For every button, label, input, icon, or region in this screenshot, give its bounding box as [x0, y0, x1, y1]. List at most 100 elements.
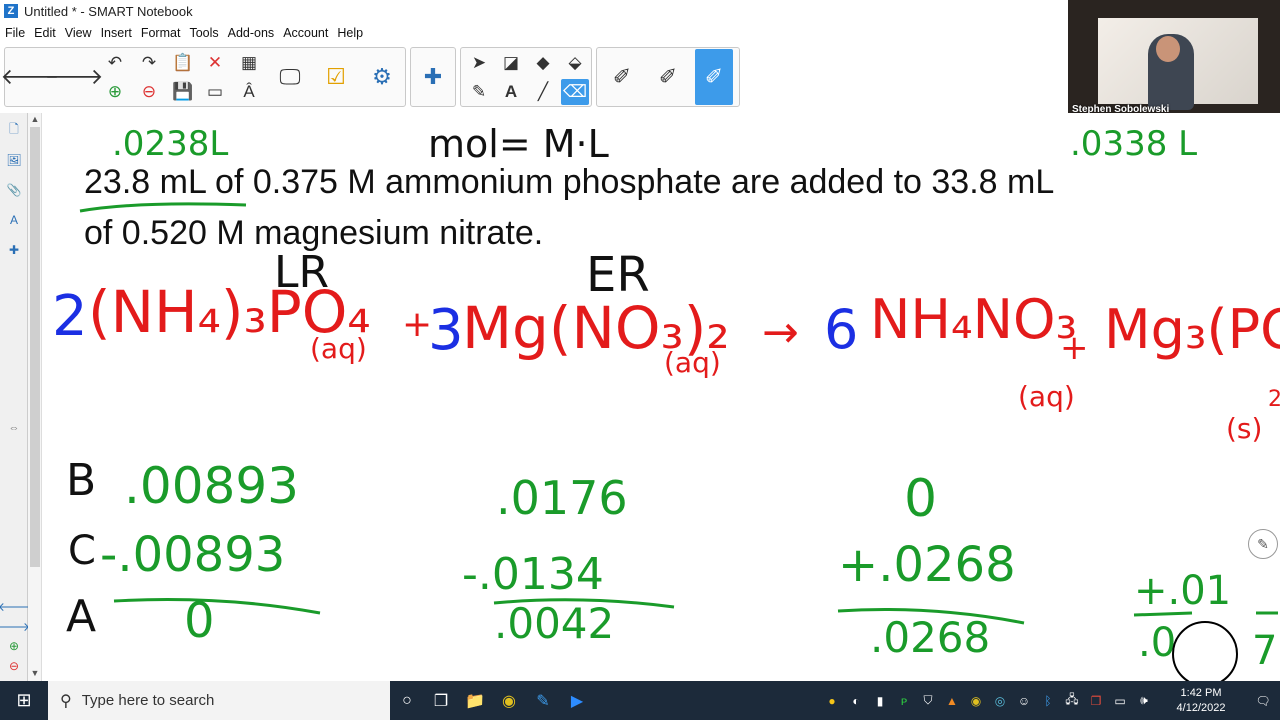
vertical-scrollbar[interactable]: ▲ ▼ — [28, 113, 42, 681]
security-icon[interactable]: ⛉ — [916, 693, 940, 708]
properties-tab-icon[interactable]: A — [5, 209, 23, 231]
resize-handle-icon[interactable]: ⇔ — [5, 417, 23, 439]
smart-notebook-taskbar-icon[interactable]: ✎ — [526, 681, 560, 720]
floating-pen-tool-icon[interactable]: ✎ — [1248, 529, 1278, 559]
select-tool-button[interactable]: ➤ — [465, 50, 493, 76]
tray-app-icon-7[interactable]: ☺ — [1012, 694, 1036, 708]
tray-chrome-icon[interactable]: ◉ — [964, 694, 988, 708]
state-aq-3: (aq) — [1018, 380, 1075, 413]
menu-insert[interactable]: Insert — [96, 26, 136, 40]
after-ammonium-nitrate: .0268 — [870, 613, 991, 662]
eraser-tool-button[interactable]: ◆ — [529, 50, 557, 76]
paste-button[interactable]: 📋 — [169, 50, 197, 76]
chrome-icon[interactable]: ◉ — [492, 681, 526, 720]
menu-add-ons[interactable]: Add-ons — [223, 26, 279, 40]
text-tool-button[interactable]: A — [497, 79, 525, 105]
response-button[interactable]: ☑ — [317, 49, 355, 105]
pens-tool-button[interactable]: ✎ — [465, 79, 493, 105]
addons-tab-icon[interactable]: ✚ — [5, 239, 23, 261]
state-aq-2: (aq) — [664, 346, 721, 379]
problem-line-1: 23.8 mL of 0.375 M ammonium phosphate ar… — [84, 163, 1055, 201]
taskbar-search-box[interactable]: ⚲ Type here to search — [48, 681, 390, 720]
add-page-button[interactable]: ⊕ — [101, 79, 129, 105]
next-page-side-icon[interactable]: 🡒 — [0, 615, 30, 637]
notifications-icon[interactable]: 🗨 — [1246, 694, 1280, 708]
toolbar-group-tools: ➤ ◪ ◆ ⬙ ✎ A ╱ ⌫ — [460, 47, 592, 107]
tray-app-icon-5[interactable]: ▲ — [940, 694, 964, 708]
clock-time: 1:42 PM — [1180, 686, 1222, 699]
delete-page-side-icon[interactable]: ⊖ — [5, 655, 23, 677]
tray-app-icon-1[interactable]: ● — [820, 694, 844, 708]
webcam-feed: Stephen Sobolewski — [1068, 0, 1280, 120]
tray-app-icon-3[interactable]: ▮ — [868, 694, 892, 708]
tray-app-icon-8[interactable]: ❐ — [1084, 694, 1108, 708]
menu-view[interactable]: View — [60, 26, 96, 40]
toolbar-group-addons: ✚ — [410, 47, 456, 107]
delete-button[interactable]: ✕ — [201, 50, 229, 76]
volume-icon[interactable]: 🕪 — [1132, 693, 1156, 708]
change-ammonium-nitrate: +.0268 — [838, 537, 1016, 593]
tray-app-icon-4[interactable]: ᴘ — [892, 694, 916, 708]
coefficient-2: 2 — [52, 284, 88, 349]
menu-edit[interactable]: Edit — [29, 26, 60, 40]
side-tabs: 🗋 🖼 📎 A ✚ ⇔ 🡐 🡒 ⊕ ⊖ — [0, 113, 30, 681]
scroll-thumb[interactable] — [30, 127, 40, 567]
webcam-person-head — [1156, 36, 1180, 62]
save-button[interactable]: 💾 — [169, 79, 197, 105]
shapes-tool-button[interactable]: ◪ — [497, 50, 525, 76]
menu-format[interactable]: Format — [136, 26, 185, 40]
undo-button[interactable]: ↶ — [101, 50, 129, 76]
add-page-side-icon[interactable]: ⊕ — [5, 635, 23, 657]
subscript-2: 2 — [1268, 387, 1280, 412]
system-clock[interactable]: 1:42 PM 4/12/2022 — [1156, 686, 1246, 716]
windows-start-icon[interactable]: ⊞ — [0, 681, 48, 720]
tray-app-icon-2[interactable]: ◐ — [844, 694, 868, 708]
clock-date: 4/12/2022 — [1176, 701, 1226, 714]
coefficient-3: 3 — [428, 298, 464, 363]
handwriting-recognition-button[interactable]: Â — [235, 79, 263, 105]
pen-style-1-button[interactable]: ✐ — [603, 49, 641, 105]
table-button[interactable]: ▦ — [235, 50, 263, 76]
cortana-icon[interactable]: ○ — [390, 681, 424, 720]
network-icon[interactable]: 🖧 — [1060, 690, 1084, 711]
attachments-tab-icon[interactable]: 📎 — [5, 179, 23, 201]
gallery-tab-icon[interactable]: 🖼 — [5, 149, 23, 171]
activity-builder-button[interactable]: ⚙ — [363, 49, 401, 105]
bluetooth-icon[interactable]: ᛒ — [1036, 694, 1060, 708]
search-icon: ⚲ — [60, 692, 72, 710]
line-tool-button[interactable]: ╱ — [529, 79, 557, 105]
delete-page-button[interactable]: ⊖ — [135, 79, 163, 105]
active-eraser-button[interactable]: ⌫ — [561, 79, 589, 105]
change-magnesium-nitrate: -.0134 — [462, 549, 604, 600]
file-explorer-icon[interactable]: 📁 — [458, 681, 492, 720]
screen-shade-button[interactable]: ▭ — [201, 79, 229, 105]
battery-icon[interactable]: ▭ — [1108, 694, 1132, 708]
menu-file[interactable]: File — [0, 26, 29, 40]
whiteboard-canvas[interactable]: 23.8 mL of 0.375 M ammonium phosphate ar… — [42, 113, 1280, 681]
puzzle-addon-button[interactable]: ✚ — [414, 49, 452, 105]
before-magnesium-nitrate: .0176 — [496, 471, 628, 525]
previous-page-side-icon[interactable]: 🡐 — [0, 595, 30, 617]
tray-app-icon-6[interactable]: ◎ — [988, 694, 1012, 708]
scroll-down-icon[interactable]: ▼ — [28, 668, 42, 680]
zoom-icon[interactable]: ▶ — [560, 681, 594, 720]
fill-tool-button[interactable]: ⬙ — [561, 50, 589, 76]
menu-bar: File Edit View Insert Format Tools Add-o… — [0, 22, 1068, 44]
change-ammonium-phosphate: -.00893 — [100, 527, 286, 583]
plus-sign-2: + — [1060, 328, 1089, 368]
smart-notebook-window: Z Untitled * - SMART Notebook File Edit … — [0, 0, 1280, 720]
previous-page-button[interactable]: 🡐 — [1, 49, 60, 105]
redo-button[interactable]: ↷ — [135, 50, 163, 76]
menu-account[interactable]: Account — [278, 26, 332, 40]
page-sorter-tab-icon[interactable]: 🗋 — [5, 119, 23, 141]
pen-style-2-button[interactable]: ✐ — [649, 49, 687, 105]
next-page-button[interactable]: 🡒 — [45, 49, 104, 105]
task-view-icon[interactable]: ❐ — [424, 681, 458, 720]
state-s: (s) — [1226, 412, 1263, 445]
pen-style-3-button[interactable]: ✐ — [695, 49, 733, 105]
menu-help[interactable]: Help — [332, 26, 367, 40]
display-button[interactable]: 🖵 — [271, 49, 309, 105]
scroll-up-icon[interactable]: ▲ — [28, 114, 42, 126]
menu-tools[interactable]: Tools — [184, 26, 222, 40]
volume-2-annotation: .0338 L — [1070, 124, 1198, 164]
